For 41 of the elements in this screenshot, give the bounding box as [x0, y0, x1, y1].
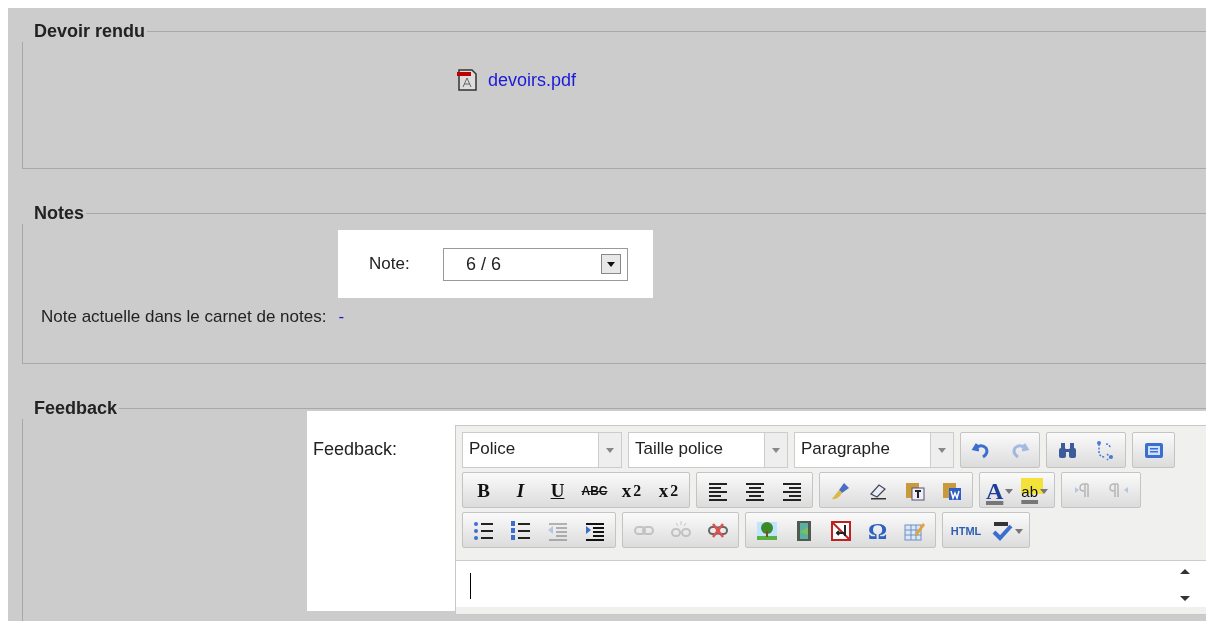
caret-icon — [772, 447, 780, 453]
italic-button[interactable]: I — [502, 474, 539, 508]
align-right-icon — [780, 480, 803, 502]
spellcheck-icon — [991, 520, 1013, 542]
indent-icon — [583, 520, 606, 542]
caret-icon — [1005, 488, 1014, 494]
dropdown-field[interactable]: Police — [462, 432, 622, 468]
section-title: Notes — [33, 203, 85, 224]
charmap-button[interactable]: Ω — [859, 514, 896, 548]
table-edit-icon — [903, 520, 926, 542]
section-title: Devoir rendu — [33, 21, 147, 42]
numbered-list-icon — [509, 520, 532, 542]
section-title: Feedback — [33, 398, 119, 419]
align-left-icon — [706, 480, 729, 502]
html-button[interactable]: HTML — [945, 514, 987, 548]
dropdown-field[interactable]: Paragraphe — [794, 432, 954, 468]
paste-word-icon — [940, 480, 963, 502]
brush-icon — [829, 480, 852, 502]
paste-text-icon — [903, 480, 926, 502]
underline-button[interactable]: U — [539, 474, 576, 508]
caret-icon — [607, 261, 615, 267]
tree-picture-icon — [755, 520, 778, 542]
caret-icon — [938, 447, 946, 453]
caret-icon — [606, 447, 614, 453]
pdf-file-icon — [456, 68, 478, 92]
grade-label: Note: — [369, 254, 411, 274]
grade-select[interactable]: 6 / 6 — [443, 247, 628, 281]
bullet-list-icon — [472, 520, 495, 542]
caret-icon — [1015, 528, 1023, 534]
dropdown-field[interactable]: Taille police — [628, 432, 788, 468]
bold-button[interactable]: B — [465, 474, 502, 508]
file-link[interactable]: devoirs.pdf — [488, 69, 577, 91]
feedback-label: Feedback: — [313, 438, 399, 461]
current-grade-value: - — [338, 307, 345, 327]
strike-button[interactable]: ABC — [576, 474, 613, 508]
text-cursor — [470, 573, 471, 599]
align-center-icon — [743, 480, 766, 502]
forecolor-button[interactable]: A — [982, 474, 1018, 508]
caret-icon — [1040, 488, 1049, 494]
outdent-icon — [546, 520, 569, 542]
current-grade-label: Note actuelle dans le carnet de notes: — [41, 307, 327, 327]
